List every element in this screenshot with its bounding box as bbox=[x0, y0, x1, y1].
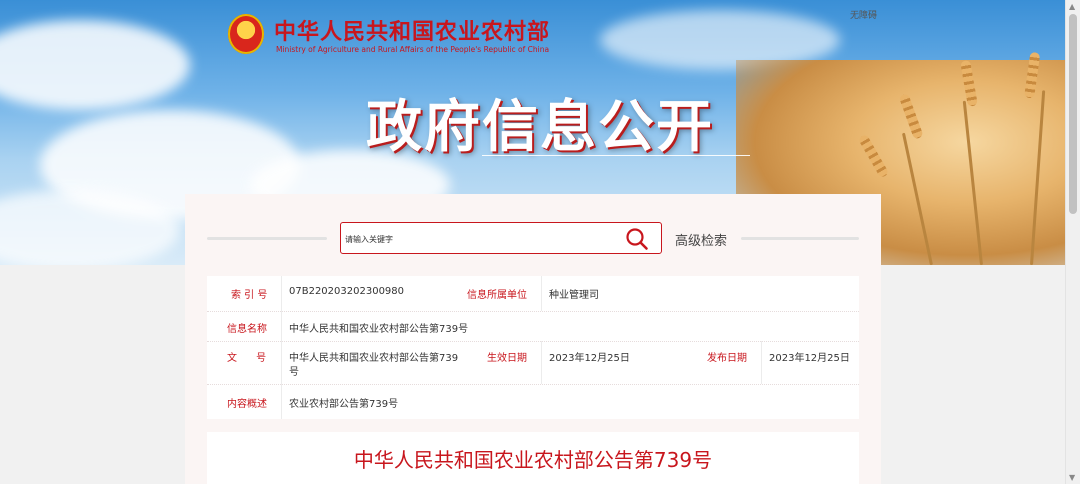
index-label: 索 引 号 bbox=[231, 290, 268, 301]
column-divider bbox=[281, 384, 282, 419]
info-row-summary: 内容概述 农业农村部公告第739号 bbox=[207, 384, 859, 419]
dept-label: 信息所属单位 bbox=[467, 290, 527, 301]
star-icon: ★ bbox=[239, 19, 250, 33]
accessibility-link[interactable]: 无障碍 bbox=[850, 8, 877, 21]
doc-number-value: 中华人民共和国农业农村部公告第739 bbox=[289, 353, 459, 364]
publish-date-label: 发布日期 bbox=[707, 353, 747, 364]
title-divider bbox=[482, 155, 750, 156]
page-title: 政府信息公开 bbox=[366, 95, 714, 160]
column-divider bbox=[281, 341, 282, 384]
info-row-index: 索 引 号 07B220203202300980 信息所属单位 种业管理司 bbox=[207, 276, 859, 312]
name-value: 中华人民共和国农业农村部公告第739号 bbox=[289, 324, 469, 335]
column-divider bbox=[541, 276, 542, 311]
document-title: 中华人民共和国农业农村部公告第739号 bbox=[353, 448, 713, 472]
info-table: 索 引 号 07B220203202300980 信息所属单位 种业管理司 信息… bbox=[207, 276, 859, 419]
cloud-decoration bbox=[0, 20, 190, 110]
decorative-line-right bbox=[741, 237, 859, 240]
publish-date-value: 2023年12月25日 bbox=[769, 353, 850, 364]
ministry-name-en: Ministry of Agriculture and Rural Affair… bbox=[276, 45, 550, 54]
scroll-down-arrow-icon[interactable]: ▼ bbox=[1069, 473, 1075, 482]
decorative-line-left bbox=[207, 237, 327, 240]
name-label: 信息名称 bbox=[227, 324, 267, 335]
effective-date-value: 2023年12月25日 bbox=[549, 353, 630, 364]
main-panel: 高级检索 索 引 号 07B220203202300980 信息所属单位 种业管… bbox=[185, 194, 881, 484]
ministry-name-cn: 中华人民共和国农业农村部 bbox=[274, 20, 551, 45]
summary-value: 农业农村部公告第739号 bbox=[289, 399, 399, 410]
doc-number-label: 文 号 bbox=[227, 353, 275, 364]
index-value: 07B220203202300980 bbox=[289, 286, 405, 297]
search-box bbox=[340, 222, 662, 254]
search-input[interactable] bbox=[343, 229, 617, 249]
column-divider bbox=[281, 276, 282, 311]
page-scrollbar[interactable]: ▲ ▼ bbox=[1065, 0, 1080, 484]
info-row-doc: 文 号 中华人民共和国农业农村部公告第739 号 生效日期 2023年12月25… bbox=[207, 341, 859, 385]
column-divider bbox=[761, 341, 762, 384]
scroll-up-arrow-icon[interactable]: ▲ bbox=[1069, 2, 1075, 11]
summary-label: 内容概述 bbox=[227, 399, 267, 410]
dept-value: 种业管理司 bbox=[549, 290, 599, 301]
effective-date-label: 生效日期 bbox=[487, 353, 527, 364]
document-card: 中华人民共和国农业农村部公告第739号 bbox=[207, 432, 859, 484]
column-divider bbox=[541, 341, 542, 384]
advanced-search-link[interactable]: 高级检索 bbox=[675, 230, 727, 249]
scrollbar-thumb[interactable] bbox=[1069, 14, 1077, 214]
national-emblem-logo: ★ bbox=[228, 14, 264, 54]
info-row-name: 信息名称 中华人民共和国农业农村部公告第739号 bbox=[207, 311, 859, 342]
search-icon[interactable] bbox=[625, 227, 649, 251]
doc-number-value-cont: 号 bbox=[289, 367, 299, 378]
column-divider bbox=[281, 311, 282, 341]
